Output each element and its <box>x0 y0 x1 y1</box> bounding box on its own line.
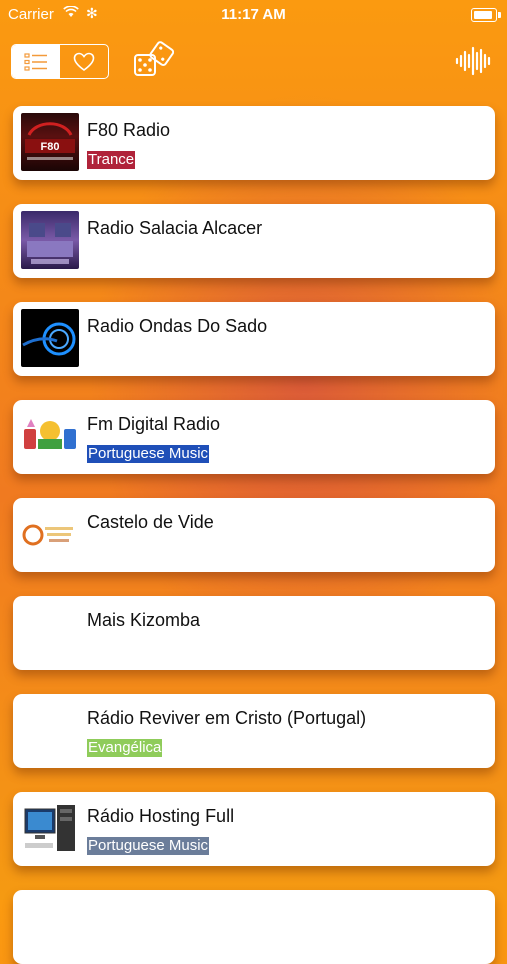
station-name: Rádio Reviver em Cristo (Portugal) <box>87 708 367 728</box>
station-row-partial[interactable] <box>13 890 495 964</box>
ondas-do-sado-logo <box>21 309 79 367</box>
station-row[interactable]: Rádio Hosting Full Portuguese Music <box>13 792 495 866</box>
fm-digital-logo <box>21 407 79 465</box>
dice-icon <box>134 41 175 76</box>
list-icon <box>24 52 47 71</box>
radio-salacia-logo <box>21 211 79 269</box>
genre-badge: Evangélica <box>87 739 163 757</box>
station-row[interactable]: F80 F80 Radio Trance <box>13 106 495 180</box>
view-segmented-control[interactable] <box>11 44 109 79</box>
station-name: Radio Salacia Alcacer <box>87 218 263 238</box>
heart-icon <box>73 52 95 71</box>
station-row[interactable]: Castelo de Vide <box>13 498 495 572</box>
station-name: Radio Ondas Do Sado <box>87 316 268 336</box>
hosting-full-logo <box>21 799 79 857</box>
station-row[interactable]: Mais Kizomba <box>13 596 495 670</box>
station-name: Fm Digital Radio <box>87 414 221 434</box>
station-row[interactable]: Radio Salacia Alcacer <box>13 204 495 278</box>
visualizer-button[interactable] <box>455 46 493 81</box>
f80-radio-logo: F80 <box>21 113 79 171</box>
station-row[interactable]: Fm Digital Radio Portuguese Music <box>13 400 495 474</box>
genre-badge: Portuguese Music <box>87 445 210 463</box>
segment-favorites[interactable] <box>60 45 108 78</box>
castelo-de-vide-logo <box>21 505 79 563</box>
station-row[interactable]: Rádio Reviver em Cristo (Portugal) Evang… <box>13 694 495 768</box>
waveform-icon <box>455 46 491 76</box>
clock: 11:17 AM <box>221 6 286 23</box>
segment-list[interactable] <box>12 45 60 78</box>
genre-badge: Trance <box>87 151 136 169</box>
status-bar: Carrier ✻ 11:17 AM <box>0 0 507 28</box>
station-name: Castelo de Vide <box>87 512 214 532</box>
station-name: Rádio Hosting Full <box>87 806 235 826</box>
station-name: Mais Kizomba <box>87 610 201 630</box>
toolbar <box>0 40 507 82</box>
station-name: F80 Radio <box>87 120 171 140</box>
station-row[interactable]: Radio Ondas Do Sado <box>13 302 495 376</box>
random-station-button[interactable] <box>132 41 175 84</box>
genre-badge: Portuguese Music <box>87 837 210 855</box>
svg-text:F80: F80 <box>41 141 60 153</box>
battery-icon <box>471 8 501 22</box>
